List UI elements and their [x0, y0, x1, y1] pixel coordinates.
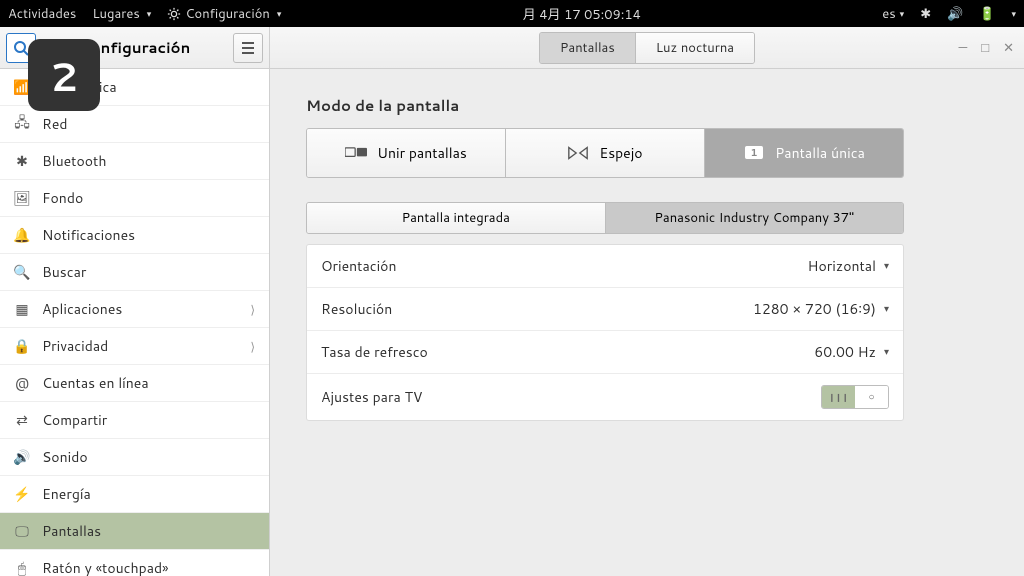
sidebar-icon: 🔔: [14, 227, 30, 243]
content-header: Pantallas Luz nocturna — □ ✕: [270, 27, 1024, 69]
sidebar-item-energ-a[interactable]: ⚡ Energía: [0, 476, 269, 513]
window-minimize[interactable]: —: [958, 39, 967, 57]
sidebar-item-fondo[interactable]: 🖼 Fondo: [0, 180, 269, 217]
row-tv-adjust: Ajustes para TV ❙❙❙: [307, 374, 903, 420]
mode-single[interactable]: 1 Pantalla única: [705, 129, 903, 177]
activities-button[interactable]: Actividades: [8, 5, 76, 23]
system-menu-chevron[interactable]: ▾: [1011, 7, 1016, 20]
sidebar-icon: ⚡: [14, 486, 30, 502]
sidebar-item-label: Aplicaciones: [42, 299, 122, 319]
search-icon: [13, 40, 29, 56]
sidebar-icon: @: [14, 375, 30, 391]
tab-night-light[interactable]: Luz nocturna: [636, 33, 754, 63]
chevron-right-icon: ⟩: [250, 338, 255, 355]
volume-icon[interactable]: 🔊: [947, 5, 963, 23]
sidebar-icon: 🖧: [14, 116, 30, 132]
sidebar-item-label: Notificaciones: [42, 225, 135, 245]
clock[interactable]: 月 4月 17 05:09:14: [281, 4, 882, 24]
sidebar-icon: 🔊: [14, 449, 30, 465]
sidebar-item-pantallas[interactable]: 🖵 Pantallas: [0, 513, 269, 550]
orientation-value[interactable]: Horizontal: [808, 256, 889, 276]
sidebar-icon: 🖼: [14, 190, 30, 206]
sidebar-item-buscar[interactable]: 🔍 Buscar: [0, 254, 269, 291]
sidebar-item-rat-n-y-touchpad-[interactable]: 🖱 Ratón y «touchpad»: [0, 550, 269, 576]
sidebar-item-compartir[interactable]: ⇄ Compartir: [0, 402, 269, 439]
mirror-icon: [567, 145, 589, 161]
row-resolution[interactable]: Resolución 1280 × 720 (16∶9): [307, 288, 903, 331]
svg-text:1: 1: [751, 146, 758, 160]
keyboard-layout[interactable]: es ▾: [882, 5, 904, 23]
sidebar-item-label: Pantallas: [42, 521, 101, 541]
display-panasonic[interactable]: Panasonic Industry Company 37": [606, 203, 904, 233]
sidebar-icon: ▦: [14, 301, 30, 317]
sidebar-item-label: Compartir: [42, 410, 107, 430]
places-menu[interactable]: Lugares: [92, 5, 151, 23]
sidebar-item-label: Cuentas en línea: [42, 373, 149, 393]
sidebar-item-privacidad[interactable]: 🔒 Privacidad ⟩: [0, 328, 269, 365]
display-mode-title: Modo de la pantalla: [306, 95, 904, 116]
window-close[interactable]: ✕: [1003, 39, 1014, 57]
mode-join[interactable]: Unir pantallas: [307, 129, 506, 177]
chevron-right-icon: ⟩: [250, 301, 255, 318]
join-icon: [345, 145, 367, 161]
mode-mirror[interactable]: Espejo: [506, 129, 705, 177]
sidebar-icon: 🔒: [14, 338, 30, 354]
resolution-value[interactable]: 1280 × 720 (16∶9): [753, 299, 889, 319]
sidebar-item-sonido[interactable]: 🔊 Sonido: [0, 439, 269, 476]
sidebar-item-cuentas-en-l-nea[interactable]: @ Cuentas en línea: [0, 365, 269, 402]
tv-adjust-switch[interactable]: ❙❙❙: [821, 385, 889, 409]
sidebar-item-label: Bluetooth: [42, 151, 106, 171]
sidebar-item-label: Ratón y «touchpad»: [42, 558, 169, 576]
workspace-badge: 2: [28, 39, 100, 111]
gear-icon: [167, 7, 181, 21]
row-orientation[interactable]: Orientación Horizontal: [307, 245, 903, 288]
tab-displays[interactable]: Pantallas: [540, 33, 636, 63]
single-icon: 1: [743, 145, 765, 161]
sidebar-item-notificaciones[interactable]: 🔔 Notificaciones: [0, 217, 269, 254]
app-menu[interactable]: Configuración: [167, 5, 281, 23]
sidebar-item-label: Fondo: [42, 188, 83, 208]
sidebar-icon: 🖱: [14, 560, 30, 576]
sidebar-item-aplicaciones[interactable]: ▦ Aplicaciones ⟩: [0, 291, 269, 328]
gnome-topbar: Actividades Lugares Configuración 月 4月 1…: [0, 0, 1024, 27]
hamburger-menu[interactable]: [233, 33, 263, 63]
sidebar-item-bluetooth[interactable]: ✱ Bluetooth: [0, 143, 269, 180]
display-integrated[interactable]: Pantalla integrada: [307, 203, 606, 233]
sidebar-icon: ⇄: [14, 412, 30, 428]
display-settings-panel: Modo de la pantalla Unir pantallas Espej…: [270, 69, 1024, 576]
sidebar-icon: 🔍: [14, 264, 30, 280]
sidebar-icon: 🖵: [14, 523, 30, 539]
sidebar-item-red[interactable]: 🖧 Red: [0, 106, 269, 143]
sidebar-item-label: Privacidad: [42, 336, 108, 356]
refresh-value[interactable]: 60.00 Hz: [814, 342, 889, 362]
row-refresh-rate[interactable]: Tasa de refresco 60.00 Hz: [307, 331, 903, 374]
battery-icon[interactable]: 🔋: [979, 5, 995, 23]
sidebar-item-label: Red: [42, 114, 67, 134]
sidebar-item-label: Sonido: [42, 447, 88, 467]
sidebar-icon: ✱: [14, 153, 30, 169]
sidebar-item-label: Buscar: [42, 262, 86, 282]
sidebar-item-label: Energía: [42, 484, 91, 504]
window-maximize[interactable]: □: [981, 39, 989, 57]
menu-icon: [241, 42, 255, 54]
bluetooth-icon[interactable]: ✱: [920, 5, 931, 23]
